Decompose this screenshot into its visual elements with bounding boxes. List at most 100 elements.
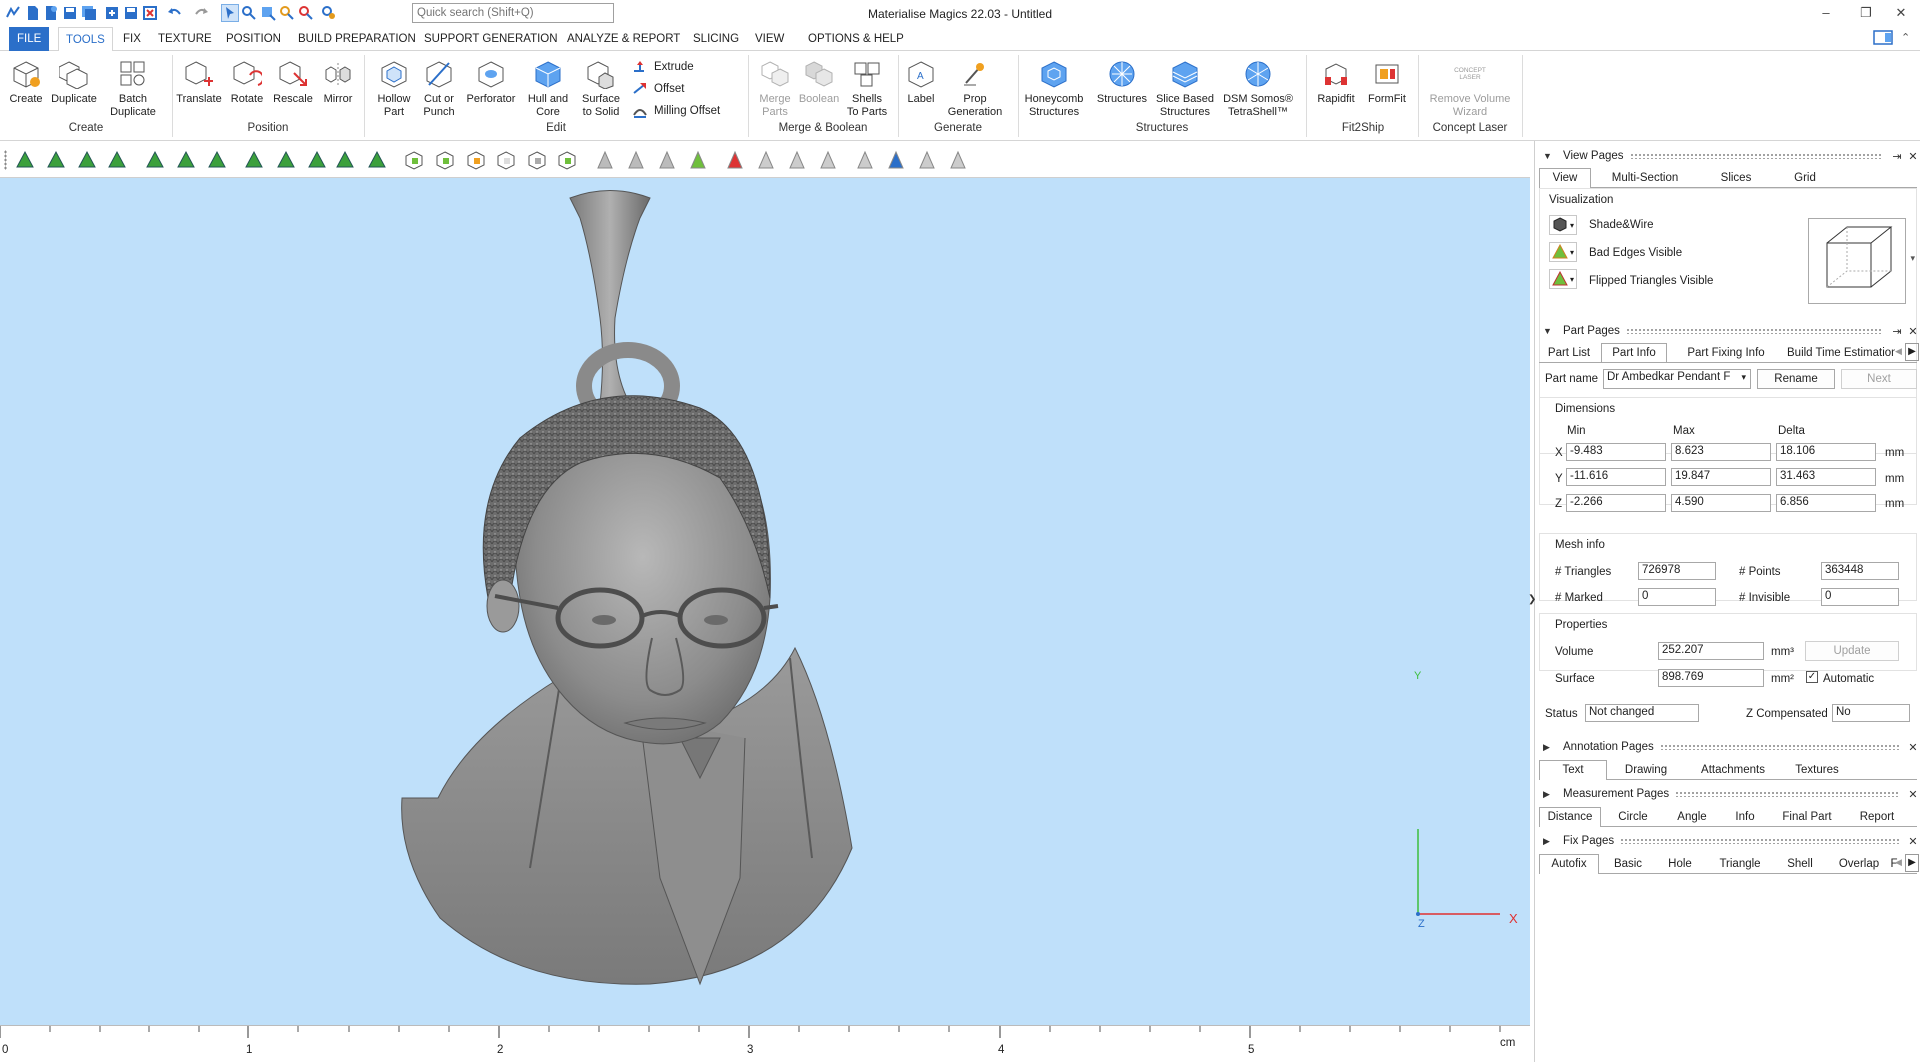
collapse-ribbon-icon[interactable]: ⌃ [1901,31,1910,44]
menu-tools[interactable]: TOOLS [58,27,113,52]
view-cube-selector[interactable]: ▾ [1808,218,1915,304]
annotation-pages-header[interactable]: ▶ Annotation Pages ✕ [1535,737,1920,757]
batch-duplicate-button[interactable]: Batch Duplicate [108,57,158,118]
collapse-icon[interactable]: ▼ [1543,151,1553,161]
close-icon[interactable]: ✕ [1905,325,1920,338]
boolean-button[interactable]: Boolean [794,57,844,106]
mark-box-icon[interactable] [144,149,166,171]
triangle-op-1-icon[interactable] [594,149,616,171]
panel-collapse-handle[interactable]: ❯ [1528,594,1536,605]
update-button[interactable]: Update [1805,641,1899,661]
minimize-button[interactable]: – [1811,3,1841,23]
menu-slicing[interactable]: SLICING [686,27,746,51]
tab-circle[interactable]: Circle [1605,807,1661,827]
tab-drawing[interactable]: Drawing [1611,760,1681,780]
mark-wave-icon[interactable] [334,149,356,171]
triangle-op-7-icon[interactable] [786,149,808,171]
collapse-icon[interactable]: ▼ [1543,326,1553,336]
shade-wire-dropdown[interactable]: ▾ [1549,215,1577,235]
quick-search-input[interactable] [412,3,614,23]
bad-edges-dropdown[interactable]: ▾ [1549,242,1577,262]
hollow-part-button[interactable]: Hollow Part [369,57,419,118]
menu-options-help[interactable]: OPTIONS & HELP [801,27,911,51]
extrude-button[interactable]: Extrude [632,59,694,75]
triangle-op-8-icon[interactable] [817,149,839,171]
triangle-op-10-icon[interactable] [885,149,907,171]
tab-scroll-left-icon[interactable]: ◀ [1895,857,1902,868]
z-compensated-field[interactable]: No [1832,704,1910,722]
select-mode-icon[interactable] [221,4,239,22]
offset-button[interactable]: Offset [632,81,684,97]
x-delta-field[interactable]: 18.106 [1776,443,1876,461]
zoom-all-icon[interactable] [259,4,277,22]
shells-to-parts-button[interactable]: Shells To Parts [842,57,892,118]
automatic-checkbox[interactable]: ✓ [1806,671,1818,683]
triangle-op-4-icon[interactable] [687,149,709,171]
menu-fix[interactable]: FIX [116,27,148,51]
expand-icon[interactable]: ▶ [1543,789,1553,800]
select-part-6-icon[interactable] [556,149,578,171]
expand-icon[interactable]: ▶ [1543,742,1553,753]
tab-triangle[interactable]: Triangle [1709,854,1771,874]
mark-curve-icon[interactable] [206,149,228,171]
triangle-op-9-icon[interactable] [854,149,876,171]
close-icon[interactable]: ✕ [1905,835,1920,848]
y-max-field[interactable]: 19.847 [1671,468,1771,486]
menu-file[interactable]: FILE [9,27,50,51]
slice-based-structures-button[interactable]: Slice Based Structures [1154,57,1216,118]
invisible-field[interactable]: 0 [1821,588,1899,606]
y-min-field[interactable]: -11.616 [1566,468,1666,486]
triangle-op-5-icon[interactable] [724,149,746,171]
tab-text[interactable]: Text [1539,760,1607,780]
tab-slices[interactable]: Slices [1701,168,1771,188]
import-icon[interactable] [103,4,121,22]
zoom-icon[interactable] [240,4,258,22]
mark-shell-icon[interactable] [106,149,128,171]
triangle-op-3-icon[interactable] [656,149,678,171]
expand-icon[interactable]: ▶ [1543,836,1553,847]
triangle-op-12-icon[interactable] [947,149,969,171]
rotate-button[interactable]: Rotate [222,57,272,106]
status-field[interactable]: Not changed [1585,704,1699,722]
menu-analyze-report[interactable]: ANALYZE & REPORT [560,27,687,51]
tab-multi-section[interactable]: Multi-Section [1595,168,1695,188]
volume-field[interactable]: 252.207 [1658,642,1764,660]
close-icon[interactable]: ✕ [1905,150,1920,163]
cut-or-punch-button[interactable]: Cut or Punch [414,57,464,118]
close-icon[interactable]: ✕ [1905,741,1920,754]
mark-sphere-icon[interactable] [366,149,388,171]
mark-lasso-icon[interactable] [175,149,197,171]
x-max-field[interactable]: 8.623 [1671,443,1771,461]
next-button[interactable]: Next [1841,369,1917,389]
tab-shell[interactable]: Shell [1775,854,1825,874]
dsm-somos-tetrashell-button[interactable]: DSM Somos® TetraShell™ [1221,57,1295,118]
undo-icon[interactable] [166,4,184,22]
close-file-icon[interactable] [141,4,159,22]
duplicate-button[interactable]: Duplicate [49,57,99,106]
panel-layout-icon[interactable] [1873,29,1895,47]
tab-scroll-left-icon[interactable]: ◀ [1895,346,1902,357]
zoom-part-icon[interactable] [278,4,296,22]
maximize-button[interactable]: ❐ [1851,3,1881,23]
select-part-4-icon[interactable] [495,149,517,171]
3d-viewport[interactable]: Y Z X [0,178,1530,1025]
rapidfit-button[interactable]: Rapidfit [1311,57,1361,106]
tab-hole[interactable]: Hole [1657,854,1703,874]
z-delta-field[interactable]: 6.856 [1776,494,1876,512]
toolbar-grip[interactable] [4,150,7,170]
triangle-op-2-icon[interactable] [625,149,647,171]
app-logo-icon[interactable] [4,4,22,22]
label-button[interactable]: A Label [896,57,946,106]
tab-part-info[interactable]: Part Info [1601,343,1667,363]
tab-final-part[interactable]: Final Part [1771,807,1843,827]
translate-button[interactable]: Translate [174,57,224,106]
z-max-field[interactable]: 4.590 [1671,494,1771,512]
marked-field[interactable]: 0 [1638,588,1716,606]
new-file-icon[interactable] [24,4,42,22]
remove-volume-wizard-button[interactable]: CONCEPT LASER Remove Volume Wizard [1424,57,1516,118]
menu-position[interactable]: POSITION [219,27,288,51]
measurement-pages-header[interactable]: ▶ Measurement Pages ✕ [1535,784,1920,804]
mark-contour-icon[interactable] [275,149,297,171]
mark-plane-icon[interactable] [45,149,67,171]
tab-build-time-estimation[interactable]: Build Time Estimation [1783,343,1895,363]
